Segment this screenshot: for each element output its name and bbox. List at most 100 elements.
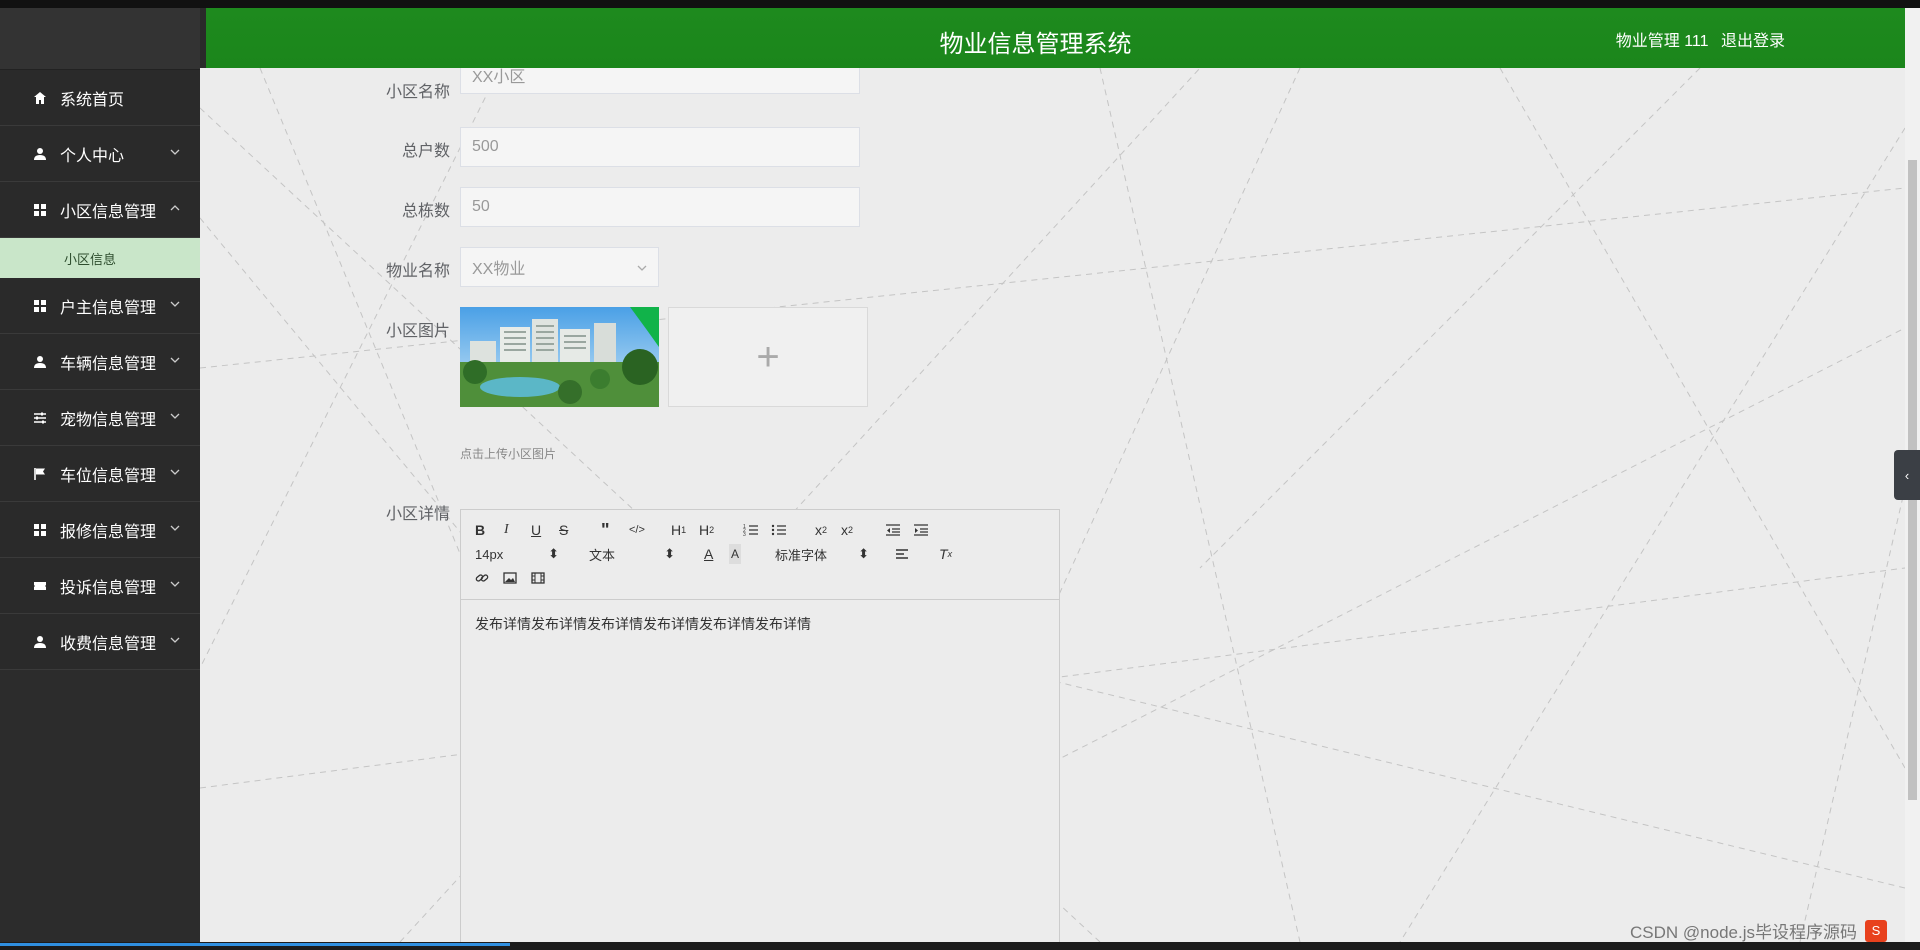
sidebar-item-label: 宠物信息管理 (60, 411, 157, 429)
chevron-down-icon (170, 576, 180, 594)
buildings-input[interactable]: 50 (460, 187, 860, 227)
sidebar-item-label: 小区信息管理 (60, 203, 157, 221)
user-icon (32, 354, 48, 370)
chevron-down-icon (170, 520, 180, 538)
grid-icon (32, 522, 48, 538)
sidebar-item-pet[interactable]: 宠物信息管理 (0, 390, 200, 446)
sidebar-item-parking[interactable]: 车位信息管理 (0, 446, 200, 502)
sidebar-subitem-label: 小区信息 (63, 251, 116, 267)
superscript-icon[interactable]: x2 (841, 520, 853, 540)
video-icon[interactable] (531, 568, 545, 588)
subscript-icon[interactable]: x2 (815, 520, 827, 540)
grid-icon (32, 298, 48, 314)
chevron-down-icon (170, 408, 180, 426)
font-size-value: 14px (475, 546, 504, 562)
households-value: 500 (472, 138, 499, 155)
buildings-label: 总栋数 (401, 203, 450, 220)
community-name-input[interactable]: XX小区 (460, 68, 860, 94)
bold-icon[interactable]: B (475, 520, 485, 540)
home-icon (32, 90, 48, 106)
sidebar-item-label: 车辆信息管理 (60, 355, 157, 373)
sidebar-item-label: 户主信息管理 (60, 299, 157, 317)
ordered-list-icon[interactable]: 123 (743, 520, 759, 540)
chevron-down-icon (170, 632, 180, 650)
chevron-down-icon (170, 296, 180, 314)
upload-hint: 点击上传小区图片 (460, 447, 557, 461)
sidebar-item-owner[interactable]: 户主信息管理 (0, 278, 200, 334)
sidebar-item-vehicle[interactable]: 车辆信息管理 (0, 334, 200, 390)
sidebar-subitem-community-info[interactable]: 小区信息 (0, 238, 200, 278)
font-family-value: 标准字体 (775, 547, 828, 563)
link-icon[interactable] (475, 568, 489, 588)
watermark: CSDN @node.js毕设程序源码 S (1630, 918, 1895, 943)
sidebar-item-label: 收费信息管理 (60, 635, 157, 653)
picture-label: 小区图片 (385, 323, 450, 340)
blockquote-icon[interactable]: " (601, 520, 610, 540)
community-name-placeholder: XX小区 (472, 69, 526, 86)
paragraph-value: 文本 (589, 547, 616, 563)
font-family-select[interactable]: 标准字体 ⬍ (775, 544, 869, 564)
property-name-label: 物业名称 (385, 263, 450, 280)
main-content: 小区名称 XX小区 总户数 500 总栋数 50 物业名称 XX物业 小区图片 (200, 68, 1905, 942)
outdent-icon[interactable] (885, 520, 901, 540)
flag-icon (32, 466, 48, 482)
sidebar-item-label: 个人中心 (60, 147, 125, 165)
chevron-down-icon (170, 352, 180, 370)
sidebar-item-home[interactable]: 系统首页 (0, 70, 200, 126)
details-label: 小区详情 (385, 506, 450, 523)
top-strip (0, 0, 1920, 8)
bullet-list-icon[interactable] (771, 520, 787, 540)
align-icon[interactable] (895, 544, 909, 564)
chevron-down-icon (170, 144, 180, 162)
upload-picture-button[interactable]: + (668, 307, 868, 407)
sidebar-item-label: 系统首页 (60, 91, 125, 109)
editor-toolbar: B I U S " </> H1 H2 123 x2 x2 14px ⬍ 文本 … (461, 510, 1059, 600)
sidebar-logo-area (0, 8, 200, 70)
user-icon (32, 634, 48, 650)
watermark-text: CSDN @node.js毕设程序源码 (1630, 923, 1857, 942)
paragraph-select[interactable]: 文本 ⬍ (589, 544, 675, 564)
sidebar-item-fee[interactable]: 收费信息管理 (0, 614, 200, 670)
plus-icon: + (756, 334, 780, 379)
sidebar-item-community[interactable]: 小区信息管理 (0, 182, 200, 238)
chevron-left-icon: ‹ (1904, 467, 1910, 483)
select-arrows-icon: ⬍ (664, 546, 675, 561)
logout-link[interactable]: 退出登录 (1721, 33, 1785, 50)
chevron-down-icon (636, 261, 648, 279)
header-user-area: 物业管理 111 退出登录 (1608, 27, 1785, 51)
heading2-icon[interactable]: H2 (699, 520, 714, 540)
collapse-panel-tab[interactable]: ‹ (1894, 450, 1920, 500)
editor-content[interactable]: 发布详情发布详情发布详情发布详情发布详情发布详情 (461, 600, 1059, 648)
sidebar-item-label: 投诉信息管理 (60, 579, 157, 597)
underline-icon[interactable]: U (531, 520, 541, 540)
sidebar-item-repair[interactable]: 报修信息管理 (0, 502, 200, 558)
strikethrough-icon[interactable]: S (559, 520, 568, 540)
code-block-icon[interactable]: </> (629, 520, 645, 540)
households-input[interactable]: 500 (460, 127, 860, 167)
chevron-up-icon (170, 200, 180, 218)
clear-format-icon[interactable]: Tx (939, 544, 952, 564)
font-size-select[interactable]: 14px ⬍ (475, 544, 559, 564)
progress-strip (0, 943, 510, 946)
sidebar-item-label: 车位信息管理 (60, 467, 157, 485)
sidebar: 系统首页 个人中心 小区信息管理 小区信息 户主信息管理 车辆信息管理 宠物信息… (0, 8, 200, 942)
svg-text:3: 3 (743, 532, 746, 537)
image-icon[interactable] (503, 568, 517, 588)
user-icon (32, 146, 48, 162)
select-arrows-icon: ⬍ (548, 546, 559, 561)
community-name-label: 小区名称 (385, 84, 450, 101)
heading1-icon[interactable]: H1 (671, 520, 686, 540)
property-name-placeholder: XX物业 (472, 261, 526, 278)
select-arrows-icon: ⬍ (858, 546, 869, 561)
property-name-select[interactable]: XX物业 (460, 247, 659, 287)
indent-icon[interactable] (913, 520, 929, 540)
background-color-icon[interactable]: A (729, 544, 742, 564)
community-picture-thumbnail[interactable] (460, 307, 659, 407)
italic-icon[interactable]: I (504, 520, 509, 540)
households-label: 总户数 (401, 143, 450, 160)
rich-text-editor[interactable]: B I U S " </> H1 H2 123 x2 x2 14px ⬍ 文本 … (460, 509, 1060, 942)
sidebar-item-personal[interactable]: 个人中心 (0, 126, 200, 182)
sidebar-item-complaint[interactable]: 投诉信息管理 (0, 558, 200, 614)
font-color-icon[interactable]: A (704, 544, 713, 564)
top-header: 物业信息管理系统 物业管理 111 退出登录 (200, 8, 1905, 68)
